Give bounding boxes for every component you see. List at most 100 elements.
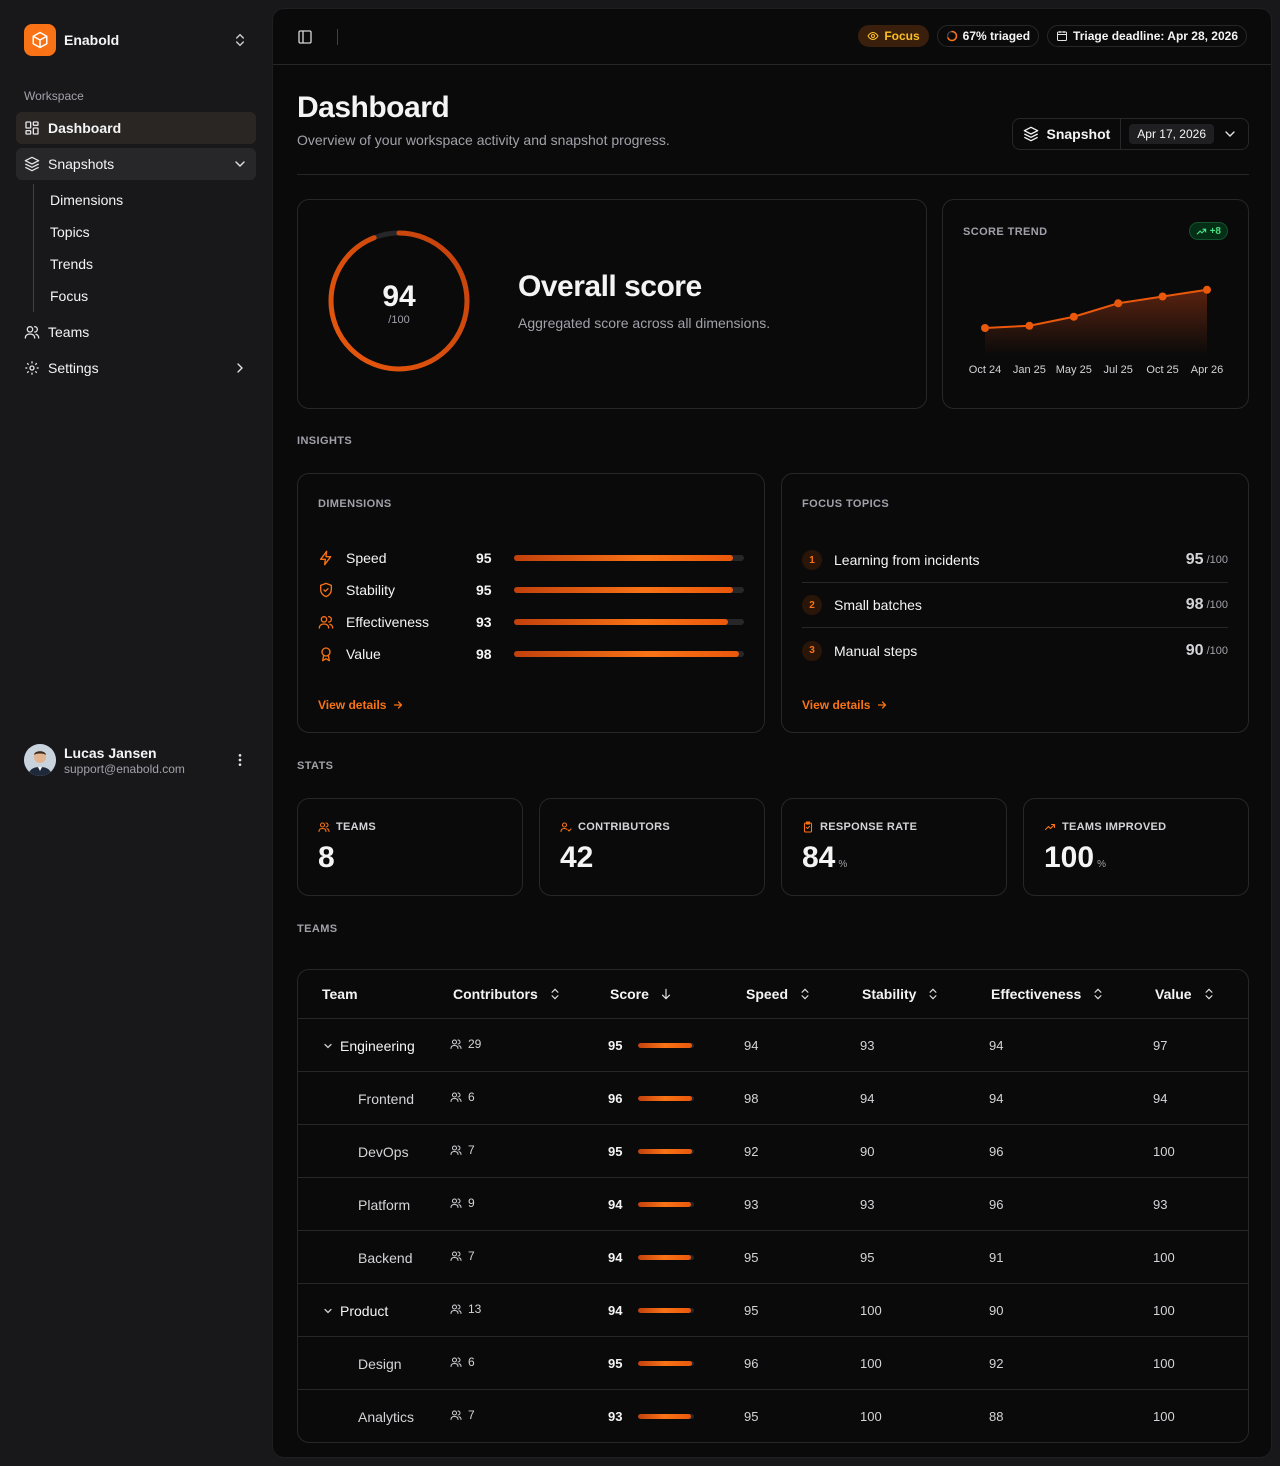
sidebar-nav: Dashboard Snapshots Dimensions Topics Tr… <box>16 112 256 388</box>
table-row[interactable]: Analytics 7 93 95 100 88 100 <box>298 1390 1248 1443</box>
column-header-value[interactable]: Value <box>1155 986 1216 1002</box>
view-details-label: View details <box>318 698 387 712</box>
dimension-progress-bar <box>514 619 744 625</box>
dimension-progress-fill <box>514 651 740 657</box>
sidebar-toggle-icon[interactable] <box>297 29 313 45</box>
table-row-group[interactable]: Engineering 29 95 94 93 94 97 <box>298 1019 1248 1072</box>
score-bar-fill <box>638 1149 692 1154</box>
snapshot-divider <box>1120 118 1122 150</box>
snapshot-date: Apr 17, 2026 <box>1129 124 1214 144</box>
stat-value: 42 <box>560 841 594 874</box>
column-header-label: Value <box>1155 986 1192 1002</box>
users-icon <box>450 1303 462 1315</box>
trend-x-tick-label: Jul 25 <box>1103 364 1133 376</box>
more-vertical-icon[interactable] <box>232 752 248 768</box>
triaged-badge[interactable]: 67% triaged <box>936 25 1040 47</box>
users-icon <box>318 614 334 630</box>
nav-section-label: Workspace <box>24 89 84 103</box>
effectiveness-cell: 96 <box>989 1197 1004 1212</box>
table-row[interactable]: Platform 9 94 93 93 96 93 <box>298 1178 1248 1231</box>
focus-topics-view-details-link[interactable]: View details <box>802 698 888 712</box>
sidebar-item-label: Teams <box>48 324 90 340</box>
table-row[interactable]: Design 6 95 96 100 92 100 <box>298 1337 1248 1390</box>
score-bar-fill <box>638 1202 692 1207</box>
column-header-effectiveness[interactable]: Effectiveness <box>991 986 1105 1002</box>
dimension-row: Value 98 <box>318 644 744 664</box>
speed-cell: 92 <box>744 1144 759 1159</box>
team-name: Analytics <box>358 1409 415 1425</box>
user-email: support@enabold.com <box>64 761 185 776</box>
team-name: Engineering <box>340 1038 415 1054</box>
table-header: Team Contributors Score Speed Stability Effec… <box>298 970 1248 1019</box>
avatar <box>24 744 56 776</box>
shield-icon <box>318 582 334 598</box>
team-cell: Frontend <box>358 1091 414 1107</box>
dimension-name: Speed <box>346 550 387 566</box>
stat-value: 100 <box>1044 841 1095 874</box>
topic-score: 90 <box>1185 641 1204 659</box>
column-header-stability[interactable]: Stability <box>862 986 940 1002</box>
snapshot-selector[interactable]: Snapshot Apr 17, 2026 <box>1011 118 1249 150</box>
table-row[interactable]: Backend 7 94 95 95 91 100 <box>298 1231 1248 1284</box>
table-row[interactable]: DevOps 7 95 92 90 96 100 <box>298 1125 1248 1178</box>
sidebar-subitem-focus[interactable]: Focus <box>50 280 256 312</box>
sidebar: Enabold Workspace Dashboard Snapshots Di… <box>0 0 272 1466</box>
table-row[interactable]: Frontend 6 96 98 94 94 94 <box>298 1072 1248 1125</box>
value-cell: 100 <box>1153 1409 1175 1424</box>
column-header-label: Score <box>610 986 649 1002</box>
contributors-count: 7 <box>468 1143 475 1157</box>
focus-topic-row[interactable]: 2 Small batches 98 /100 <box>802 583 1228 628</box>
stat-value-row: 84% <box>802 841 847 875</box>
column-header-label: Team <box>322 986 358 1002</box>
users-icon <box>450 1197 462 1209</box>
focus-badge-label: Focus <box>884 29 920 43</box>
value-cell: 97 <box>1153 1038 1168 1053</box>
team-name: Platform <box>358 1197 411 1213</box>
dimension-progress-fill <box>514 587 733 593</box>
score-cell: 95 <box>608 1356 695 1371</box>
score-cell: 93 <box>608 1409 695 1424</box>
sort-icon <box>926 987 940 1001</box>
contributors-count: 29 <box>468 1037 482 1051</box>
sort-icon <box>1202 987 1216 1001</box>
column-header-label: Contributors <box>453 986 538 1002</box>
user-name: Lucas Jansen <box>64 744 157 761</box>
dimension-progress-bar <box>514 651 744 657</box>
score-cell: 96 <box>608 1091 695 1106</box>
sidebar-item-teams[interactable]: Teams <box>16 316 256 348</box>
sidebar-item-settings[interactable]: Settings <box>16 352 256 384</box>
topic-score: 98 <box>1185 596 1204 613</box>
dimensions-view-details-link[interactable]: View details <box>318 698 404 712</box>
speed-cell: 95 <box>744 1303 759 1318</box>
sidebar-item-snapshots[interactable]: Snapshots <box>16 148 256 180</box>
dimension-progress-fill <box>514 619 728 625</box>
page-subtitle: Overview of your workspace activity and … <box>297 132 670 148</box>
trend-area <box>985 289 1207 355</box>
focus-badge[interactable]: Focus <box>858 25 929 47</box>
table-row-group[interactable]: Product 13 94 95 100 90 100 <box>298 1284 1248 1337</box>
workspace-name: Enabold <box>64 32 120 48</box>
focus-topic-row[interactable]: 1 Learning from incidents 95 /100 <box>802 538 1228 583</box>
sidebar-item-label: Dashboard <box>48 120 122 136</box>
chevron-down-icon[interactable] <box>322 1040 334 1052</box>
workspace-switcher[interactable]: Enabold <box>16 16 256 64</box>
focus-topic-row[interactable]: 3 Manual steps 90 /100 <box>802 628 1228 673</box>
speed-cell: 95 <box>744 1409 759 1424</box>
sidebar-item-dashboard[interactable]: Dashboard <box>16 112 256 144</box>
sidebar-subitem-trends[interactable]: Trends <box>50 248 256 280</box>
column-header-contributors[interactable]: Contributors <box>453 986 562 1002</box>
sidebar-subitem-dimensions[interactable]: Dimensions <box>50 184 256 216</box>
user-profile[interactable]: Lucas Jansen support@enabold.com <box>16 736 256 784</box>
column-header-score[interactable]: Score <box>610 986 673 1002</box>
topic-name: Small batches <box>834 597 922 613</box>
sidebar-item-label: Snapshots <box>48 156 115 172</box>
deadline-badge[interactable]: Triage deadline: Apr 28, 2026 <box>1047 25 1247 47</box>
chevron-down-icon[interactable] <box>322 1305 334 1317</box>
dimension-progress-bar <box>514 587 744 593</box>
contributors-count: 6 <box>468 1355 475 1369</box>
overall-score-value: 94 <box>382 280 416 313</box>
column-header-speed[interactable]: Speed <box>746 986 812 1002</box>
score-bar <box>638 1096 695 1101</box>
arrow-right-icon <box>392 699 404 711</box>
sidebar-subitem-topics[interactable]: Topics <box>50 216 256 248</box>
